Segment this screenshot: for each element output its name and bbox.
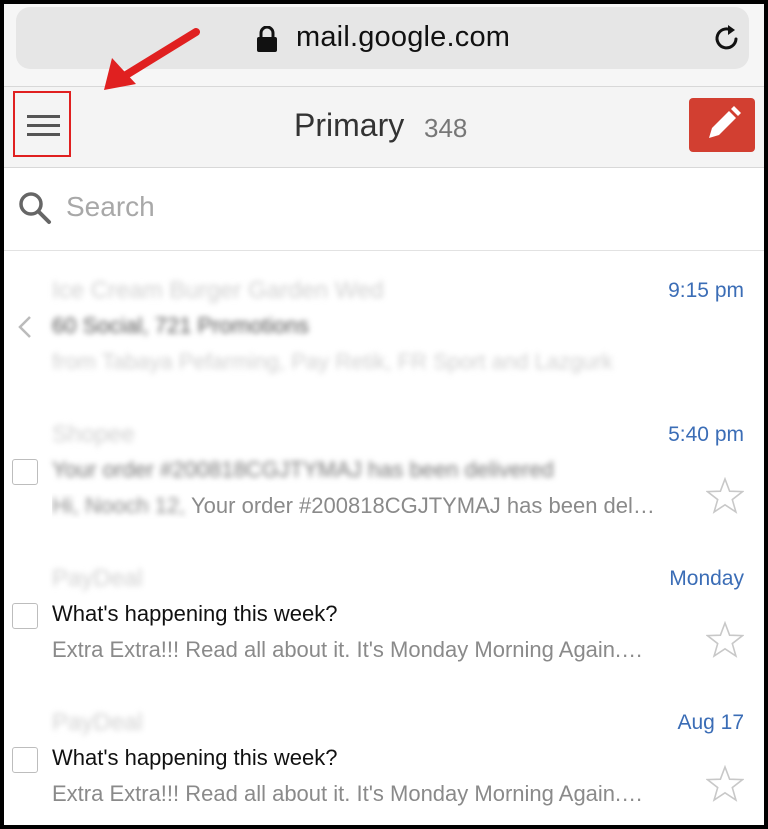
- url-text: mail.google.com: [296, 21, 511, 53]
- main-menu-button[interactable]: [13, 91, 71, 157]
- message-snippet: Extra Extra!!! Read all about it. It's M…: [52, 781, 644, 806]
- message-time: Monday: [669, 567, 744, 590]
- message-sender: Shopee: [52, 421, 135, 448]
- message-row[interactable]: Ice Cream Burger Garden Wed 9:15 pm 60 S…: [4, 251, 764, 396]
- search-input[interactable]: [66, 187, 666, 227]
- search-bar: [4, 167, 764, 251]
- message-row[interactable]: Shopee 5:40 pm Your order #200818CGJTYMA…: [4, 395, 764, 540]
- message-time: Aug 17: [677, 711, 744, 734]
- star-icon[interactable]: [706, 621, 744, 659]
- select-checkbox[interactable]: [12, 603, 38, 629]
- snippet-text: Your order #200818CGJTYMAJ has been del…: [191, 493, 655, 518]
- lock-icon: [257, 26, 277, 52]
- mail-header: Primary 348: [4, 86, 764, 168]
- star-icon[interactable]: [706, 477, 744, 515]
- message-snippet: from Tabaya Pefarming, Pay Retik, FR Spo…: [52, 349, 613, 374]
- unread-count: 348: [424, 113, 468, 143]
- message-time: 5:40 pm: [668, 423, 744, 446]
- star-icon[interactable]: [706, 765, 744, 803]
- select-checkbox[interactable]: [12, 459, 38, 485]
- message-snippet: Hi, Nooch 12, Your order #200818CGJTYMAJ…: [52, 493, 692, 519]
- snippet-greeting: Hi, Nooch 12,: [52, 493, 186, 518]
- message-sender: Ice Cream Burger Garden Wed: [52, 277, 384, 304]
- message-snippet: Extra Extra!!! Read all about it. It's M…: [52, 637, 644, 662]
- pencil-icon: [709, 106, 741, 138]
- message-time: 9:15 pm: [668, 279, 744, 302]
- chevron-left-icon[interactable]: [16, 314, 34, 340]
- message-row[interactable]: PayDeal Monday What's happening this wee…: [4, 539, 764, 684]
- annotation-arrow: [104, 28, 200, 90]
- screenshot-frame: mail.google.com Primary 348 Search Ice C…: [4, 4, 764, 825]
- message-subject: Your order #200818CGJTYMAJ has been deli…: [52, 457, 554, 482]
- message-sender: PayDeal: [52, 565, 143, 592]
- search-icon: [19, 192, 51, 224]
- select-checkbox[interactable]: [12, 747, 38, 773]
- message-subject: What's happening this week?: [52, 745, 338, 770]
- folder-title: Primary: [294, 107, 405, 143]
- message-row[interactable]: PayDeal Aug 17 What's happening this wee…: [4, 683, 764, 825]
- message-subject: 60 Social, 721 Promotions: [52, 313, 309, 338]
- message-subject: What's happening this week?: [52, 601, 338, 626]
- reload-icon[interactable]: [711, 22, 743, 54]
- message-sender: PayDeal: [52, 709, 143, 736]
- compose-button[interactable]: [689, 98, 755, 152]
